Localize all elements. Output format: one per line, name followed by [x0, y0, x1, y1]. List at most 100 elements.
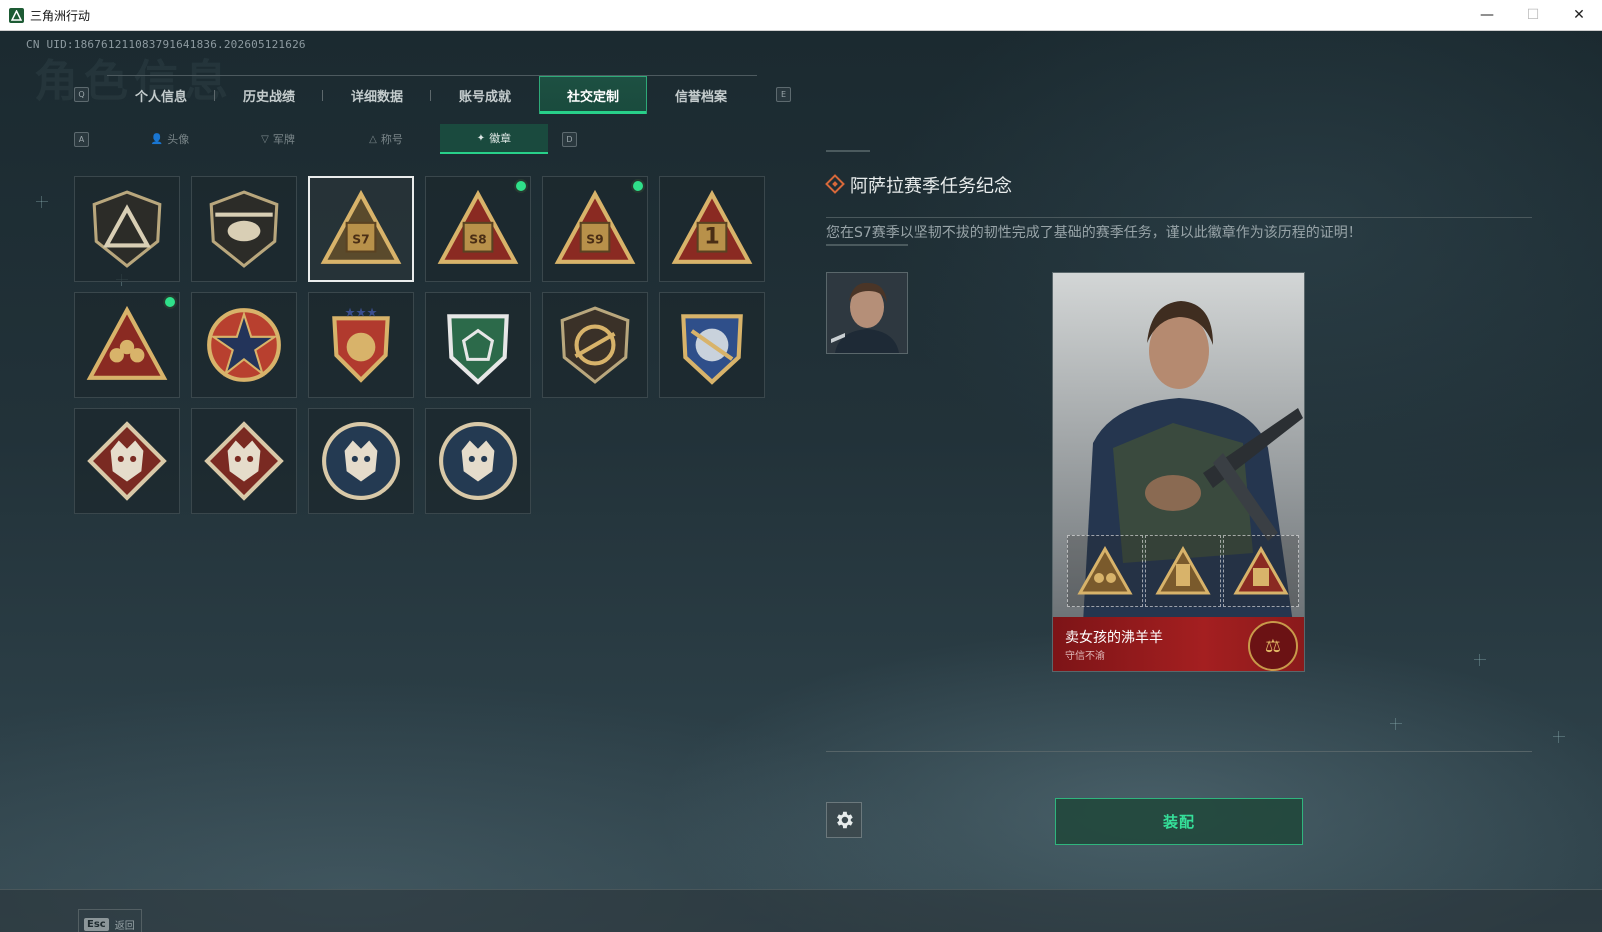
svg-text:S7: S7	[352, 232, 369, 246]
subtab-avatar[interactable]: 👤 头像	[116, 124, 224, 154]
main-tabs: 个人信息 历史战绩 详细数据 账号成就 社交定制 信誉档案	[107, 75, 757, 114]
crosshair-decoration	[1474, 654, 1486, 666]
minimize-button[interactable]: —	[1464, 0, 1510, 30]
rifle-shield-badge-icon	[560, 306, 630, 384]
tab-next-key[interactable]: E	[776, 87, 791, 102]
badge-cell[interactable]	[191, 176, 297, 282]
crosshair-decoration	[1390, 718, 1402, 730]
badge-cell[interactable]: S7	[308, 176, 414, 282]
badge-icon: ✦	[476, 132, 486, 144]
subtab-badge[interactable]: ✦ 徽章	[440, 124, 548, 154]
svg-text:S8: S8	[469, 232, 486, 246]
wolf-diamond-badge-1-icon	[87, 421, 167, 501]
badge-cell[interactable]: S9	[542, 176, 648, 282]
squad-triangle-badge-icon	[86, 305, 168, 380]
helicopter-badge-icon	[209, 190, 279, 268]
game-viewport: 角色信息 CN UID:1867612110837916418З6.202605…	[0, 31, 1602, 932]
footer-bar	[0, 889, 1602, 932]
tab-detailed-stats[interactable]: 详细数据	[323, 76, 431, 114]
window-title: 三角洲行动	[30, 8, 91, 23]
badge-cell[interactable]	[425, 408, 531, 514]
back-label: 返回	[114, 920, 135, 932]
badge-cell[interactable]	[74, 176, 180, 282]
tab-label: 详细数据	[350, 89, 403, 105]
gear-icon	[837, 811, 853, 829]
maximize-button[interactable]: ☐	[1510, 0, 1556, 30]
card-badge-slot[interactable]	[1223, 535, 1299, 607]
s7-season-badge-icon: S7	[320, 189, 402, 264]
s9-season-badge-icon: S9	[554, 189, 636, 264]
subtab-title[interactable]: △ 称号	[332, 124, 440, 154]
tab-match-history[interactable]: 历史战绩	[215, 76, 323, 114]
divider	[826, 217, 1532, 218]
shield-triangle-badge-icon	[92, 190, 162, 268]
person-icon: 👤	[150, 133, 164, 145]
badge-cell[interactable]	[74, 408, 180, 514]
crosshair-decoration	[36, 196, 48, 208]
number-one-badge-icon: 1	[671, 189, 753, 264]
divider	[826, 751, 1532, 752]
player-card: 卖女孩的沸羊羊 守信不渝 ⚖	[1052, 272, 1305, 672]
svg-text:1: 1	[704, 223, 720, 249]
s8-season-badge-icon: S8	[437, 189, 519, 264]
settings-button[interactable]	[826, 802, 862, 838]
dogtag-icon: ▽	[261, 133, 269, 145]
subtab-label: 军牌	[272, 133, 295, 146]
crosshair-decoration	[1553, 731, 1565, 743]
wolf-circle-badge-2-icon	[439, 422, 517, 500]
app-logo-icon	[9, 7, 24, 23]
subtab-next-key[interactable]: D	[562, 132, 577, 147]
equip-button[interactable]: 装配	[1055, 798, 1303, 845]
tab-label: 信誉档案	[674, 89, 727, 105]
badge-cell[interactable]	[542, 292, 648, 398]
scales-emblem-icon: ⚖	[1248, 621, 1298, 671]
badge-cell[interactable]	[659, 292, 765, 398]
crossed-arms-badge-icon	[681, 314, 743, 385]
badge-cell[interactable]	[74, 292, 180, 398]
badge-cell[interactable]	[191, 408, 297, 514]
subtab-prev-key[interactable]: A	[74, 132, 89, 147]
tab-label: 社交定制	[566, 89, 619, 105]
card-badge-slot[interactable]	[1067, 535, 1143, 607]
back-button[interactable]: Esc 返回	[78, 909, 142, 932]
uid-label: CN UID:1867612110837916418З6.20260512162…	[26, 38, 306, 51]
subtab-dogtag[interactable]: ▽ 军牌	[224, 124, 332, 154]
detail-decoration	[826, 150, 870, 152]
player-name: 卖女孩的沸羊羊	[1065, 630, 1163, 646]
title-icon: △	[369, 133, 377, 145]
tab-label: 个人信息	[134, 89, 187, 105]
svg-text:S9: S9	[586, 232, 603, 246]
three-star-shield-badge-icon: ★★★	[332, 305, 390, 383]
tab-prev-key[interactable]: Q	[74, 87, 89, 102]
tab-label: 账号成就	[458, 89, 511, 105]
tab-social-custom[interactable]: 社交定制	[539, 76, 647, 114]
tab-personal-info[interactable]: 个人信息	[107, 76, 215, 114]
new-notification-dot	[516, 181, 526, 191]
badge-detail-title: 阿萨拉赛季任务纪念	[850, 176, 1012, 197]
tab-credit-record[interactable]: 信誉档案	[647, 76, 755, 114]
detail-decoration	[826, 244, 908, 246]
card-badge-slot[interactable]	[1145, 535, 1221, 607]
badge-cell[interactable]: 1	[659, 176, 765, 282]
badge-cell[interactable]	[425, 292, 531, 398]
badge-detail-description: 您在S7赛季以坚韧不拔的韧性完成了基础的赛季任务，谨以此徽章作为该历程的证明！	[826, 225, 1362, 241]
badge-cell[interactable]: ★★★	[308, 292, 414, 398]
close-button[interactable]: ✕	[1556, 0, 1602, 30]
subtab-label: 徽章	[489, 132, 512, 145]
card-nameplate: 卖女孩的沸羊羊 守信不渝 ⚖	[1053, 617, 1304, 671]
tab-achievements[interactable]: 账号成就	[431, 76, 539, 114]
badge-cell[interactable]	[308, 408, 414, 514]
svg-text:★★★: ★★★	[344, 305, 377, 319]
sub-tabs: 👤 头像 ▽ 军牌 △ 称号 ✦ 徽章	[116, 124, 548, 154]
diamond-icon	[825, 174, 845, 194]
esc-key-hint: Esc	[84, 917, 109, 931]
subtab-label: 称号	[380, 133, 403, 146]
wolf-circle-badge-1-icon	[322, 422, 400, 500]
tab-label: 历史战绩	[242, 89, 295, 105]
new-notification-dot	[633, 181, 643, 191]
player-avatar[interactable]	[826, 272, 908, 354]
player-title: 守信不渝	[1065, 651, 1105, 662]
wolf-diamond-badge-2-icon	[204, 421, 284, 501]
badge-cell[interactable]: S8	[425, 176, 531, 282]
badge-cell[interactable]	[191, 292, 297, 398]
